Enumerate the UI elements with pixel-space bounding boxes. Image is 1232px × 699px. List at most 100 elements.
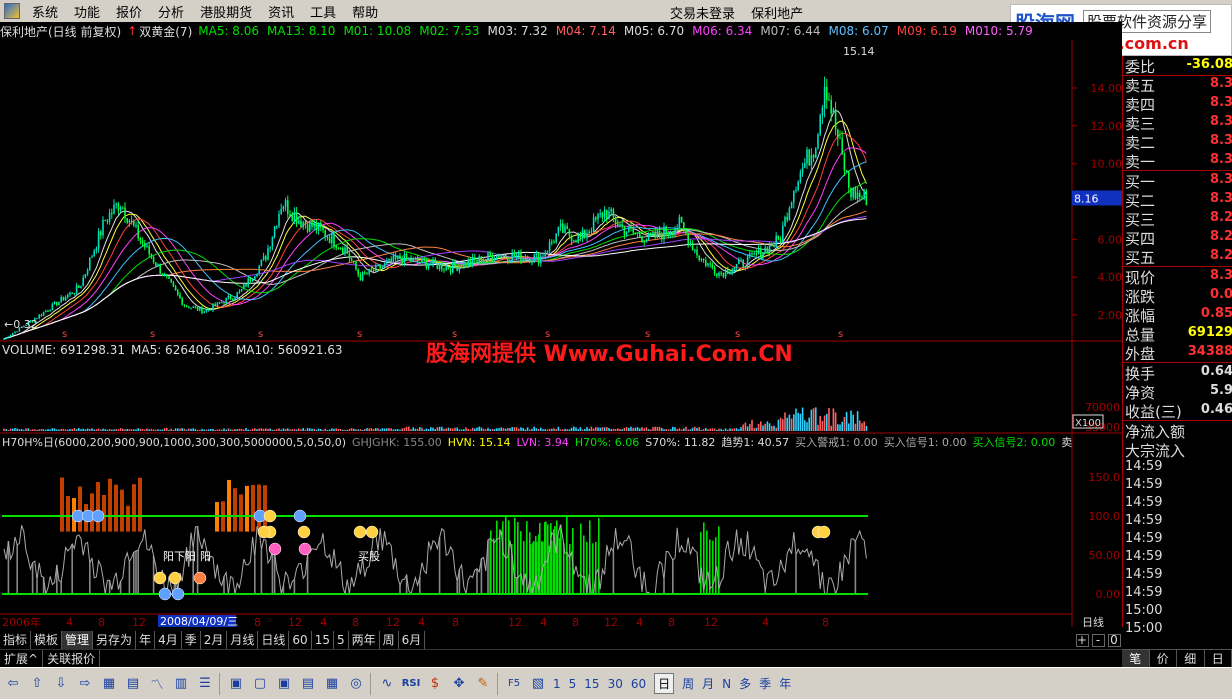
volume-bar (744, 422, 747, 431)
subtab-0[interactable]: 扩展^ (0, 650, 44, 667)
grid2-icon[interactable]: ▦ (322, 674, 342, 694)
tab-7[interactable]: 2月 (201, 631, 228, 649)
money-icon[interactable]: $ (425, 674, 445, 694)
quote-tab-2[interactable]: 细 (1177, 650, 1205, 667)
tab-6[interactable]: 季 (182, 631, 201, 649)
line-chart-icon[interactable]: 〽 (147, 674, 167, 694)
fz-icon[interactable]: ▤ (298, 674, 318, 694)
tab-1[interactable]: 模板 (31, 631, 63, 649)
volume-bar (144, 429, 146, 431)
down-icon[interactable]: ⇩ (51, 674, 71, 694)
candle-body (623, 226, 626, 235)
tab-5[interactable]: 4月 (155, 631, 182, 649)
candle-icon[interactable]: ▥ (171, 674, 191, 694)
rsi-icon[interactable]: RSI (401, 674, 421, 694)
zoom-button-0[interactable]: + (1075, 633, 1089, 647)
period-6[interactable]: 周 (682, 675, 694, 692)
tab-12[interactable]: 5 (334, 631, 349, 649)
tab-14[interactable]: 周 (380, 631, 399, 649)
menu-quote[interactable]: 报价 (108, 2, 150, 21)
period-7[interactable]: 月 (702, 675, 714, 692)
subtab-1[interactable]: 关联报价 (43, 650, 101, 667)
chart-area[interactable]: 保利地产(日线 前复权) ↑ 双黄金(7) MA5: 8.06 MA13: 8.1… (0, 22, 1122, 627)
period-label[interactable]: 日线 (1082, 615, 1104, 627)
quote-tab-1[interactable]: 价 (1150, 650, 1177, 667)
tab-13[interactable]: 两年 (349, 631, 380, 649)
forward-icon[interactable]: ⇨ (75, 674, 95, 694)
list-icon[interactable]: ☰ (195, 674, 215, 694)
move-icon[interactable]: ✥ (449, 674, 469, 694)
candle-body (234, 297, 236, 300)
trade-login-status[interactable]: 交易未登录 (670, 7, 735, 22)
time-axis-label: 4 (540, 616, 547, 627)
candle-body (509, 260, 511, 262)
volume-bar (412, 427, 414, 431)
refresh-icon[interactable]: ◎ (346, 674, 366, 694)
zoom-button-2[interactable]: 0 (1107, 633, 1121, 647)
tab-2[interactable]: 管理 (62, 631, 94, 649)
menu-system[interactable]: 系统 (24, 2, 66, 21)
table-icon[interactable]: ▤ (123, 674, 143, 694)
news-icon[interactable]: ▢ (250, 674, 270, 694)
menu-analysis[interactable]: 分析 (150, 2, 192, 21)
tick-time-label: 15:00 (1125, 621, 1163, 636)
f10-icon[interactable]: ▣ (226, 674, 246, 694)
price-tick-label: 12.00 (1091, 120, 1123, 133)
volume-bar (630, 426, 632, 431)
high-price-label: 15.14 (843, 45, 875, 58)
volume-bar (676, 429, 678, 431)
period-0[interactable]: 1 (553, 677, 561, 691)
period-11[interactable]: 年 (779, 675, 791, 692)
quote-tab-3[interactable]: 日 (1205, 650, 1232, 667)
tab-0[interactable]: 指标 (0, 631, 32, 649)
volume-bar (652, 427, 654, 431)
volume-value: VOLUME: 691298.31 (2, 343, 125, 357)
back-icon[interactable]: ⇦ (3, 674, 23, 694)
up-icon[interactable]: ⇧ (27, 674, 47, 694)
menu-function[interactable]: 功能 (66, 2, 108, 21)
quote-stat-value: 0.85 (1200, 306, 1232, 321)
grid-icon[interactable]: ▦ (99, 674, 119, 694)
tab-4[interactable]: 年 (136, 631, 156, 649)
menu-hk-futures[interactable]: 港股期货 (192, 2, 260, 21)
tab-8[interactable]: 月线 (227, 631, 259, 649)
period-3[interactable]: 30 (608, 677, 623, 691)
pencil-icon[interactable]: ✎ (473, 674, 493, 694)
period-8[interactable]: N (722, 677, 731, 691)
zoom-button-1[interactable]: - (1091, 633, 1105, 647)
quote-tab-0[interactable]: 笔 (1122, 650, 1150, 667)
period-4[interactable]: 60 (631, 677, 646, 691)
period-2[interactable]: 15 (584, 677, 599, 691)
tab-3[interactable]: 另存为 (93, 631, 137, 649)
volume-bar (115, 429, 117, 431)
h70-panel (2, 477, 868, 601)
menu-tools[interactable]: 工具 (302, 2, 344, 21)
f8-icon[interactable]: ▣ (274, 674, 294, 694)
volume-bar (247, 429, 249, 431)
period-9[interactable]: 多 (739, 675, 751, 692)
signal-marker: s (62, 329, 67, 340)
candle-body (821, 107, 824, 116)
candle-body (685, 228, 687, 234)
period-10[interactable]: 季 (759, 675, 771, 692)
tab-11[interactable]: 15 (312, 631, 334, 649)
period-1[interactable]: 5 (569, 677, 577, 691)
volume-bar (724, 428, 727, 431)
candle-body (375, 265, 377, 272)
image-icon[interactable]: ▧ (528, 674, 548, 694)
menu-news[interactable]: 资讯 (260, 2, 302, 21)
volume-bar (168, 429, 170, 431)
period-5[interactable]: 日 (654, 673, 675, 694)
menu-help[interactable]: 帮助 (344, 2, 386, 21)
volume-bar (139, 428, 142, 431)
tab-10[interactable]: 60 (289, 631, 312, 649)
tab-9[interactable]: 日线 (258, 631, 290, 649)
candle-body (232, 298, 234, 300)
volume-bar (355, 429, 357, 431)
h70-value: GHJGHK: 155.00 (352, 436, 442, 449)
volume-bar (326, 429, 329, 431)
volume-bar (735, 428, 738, 431)
tab-15[interactable]: 6月 (399, 631, 426, 649)
wave-icon[interactable]: ∿ (377, 674, 397, 694)
f5-icon[interactable]: F5 (504, 674, 524, 694)
